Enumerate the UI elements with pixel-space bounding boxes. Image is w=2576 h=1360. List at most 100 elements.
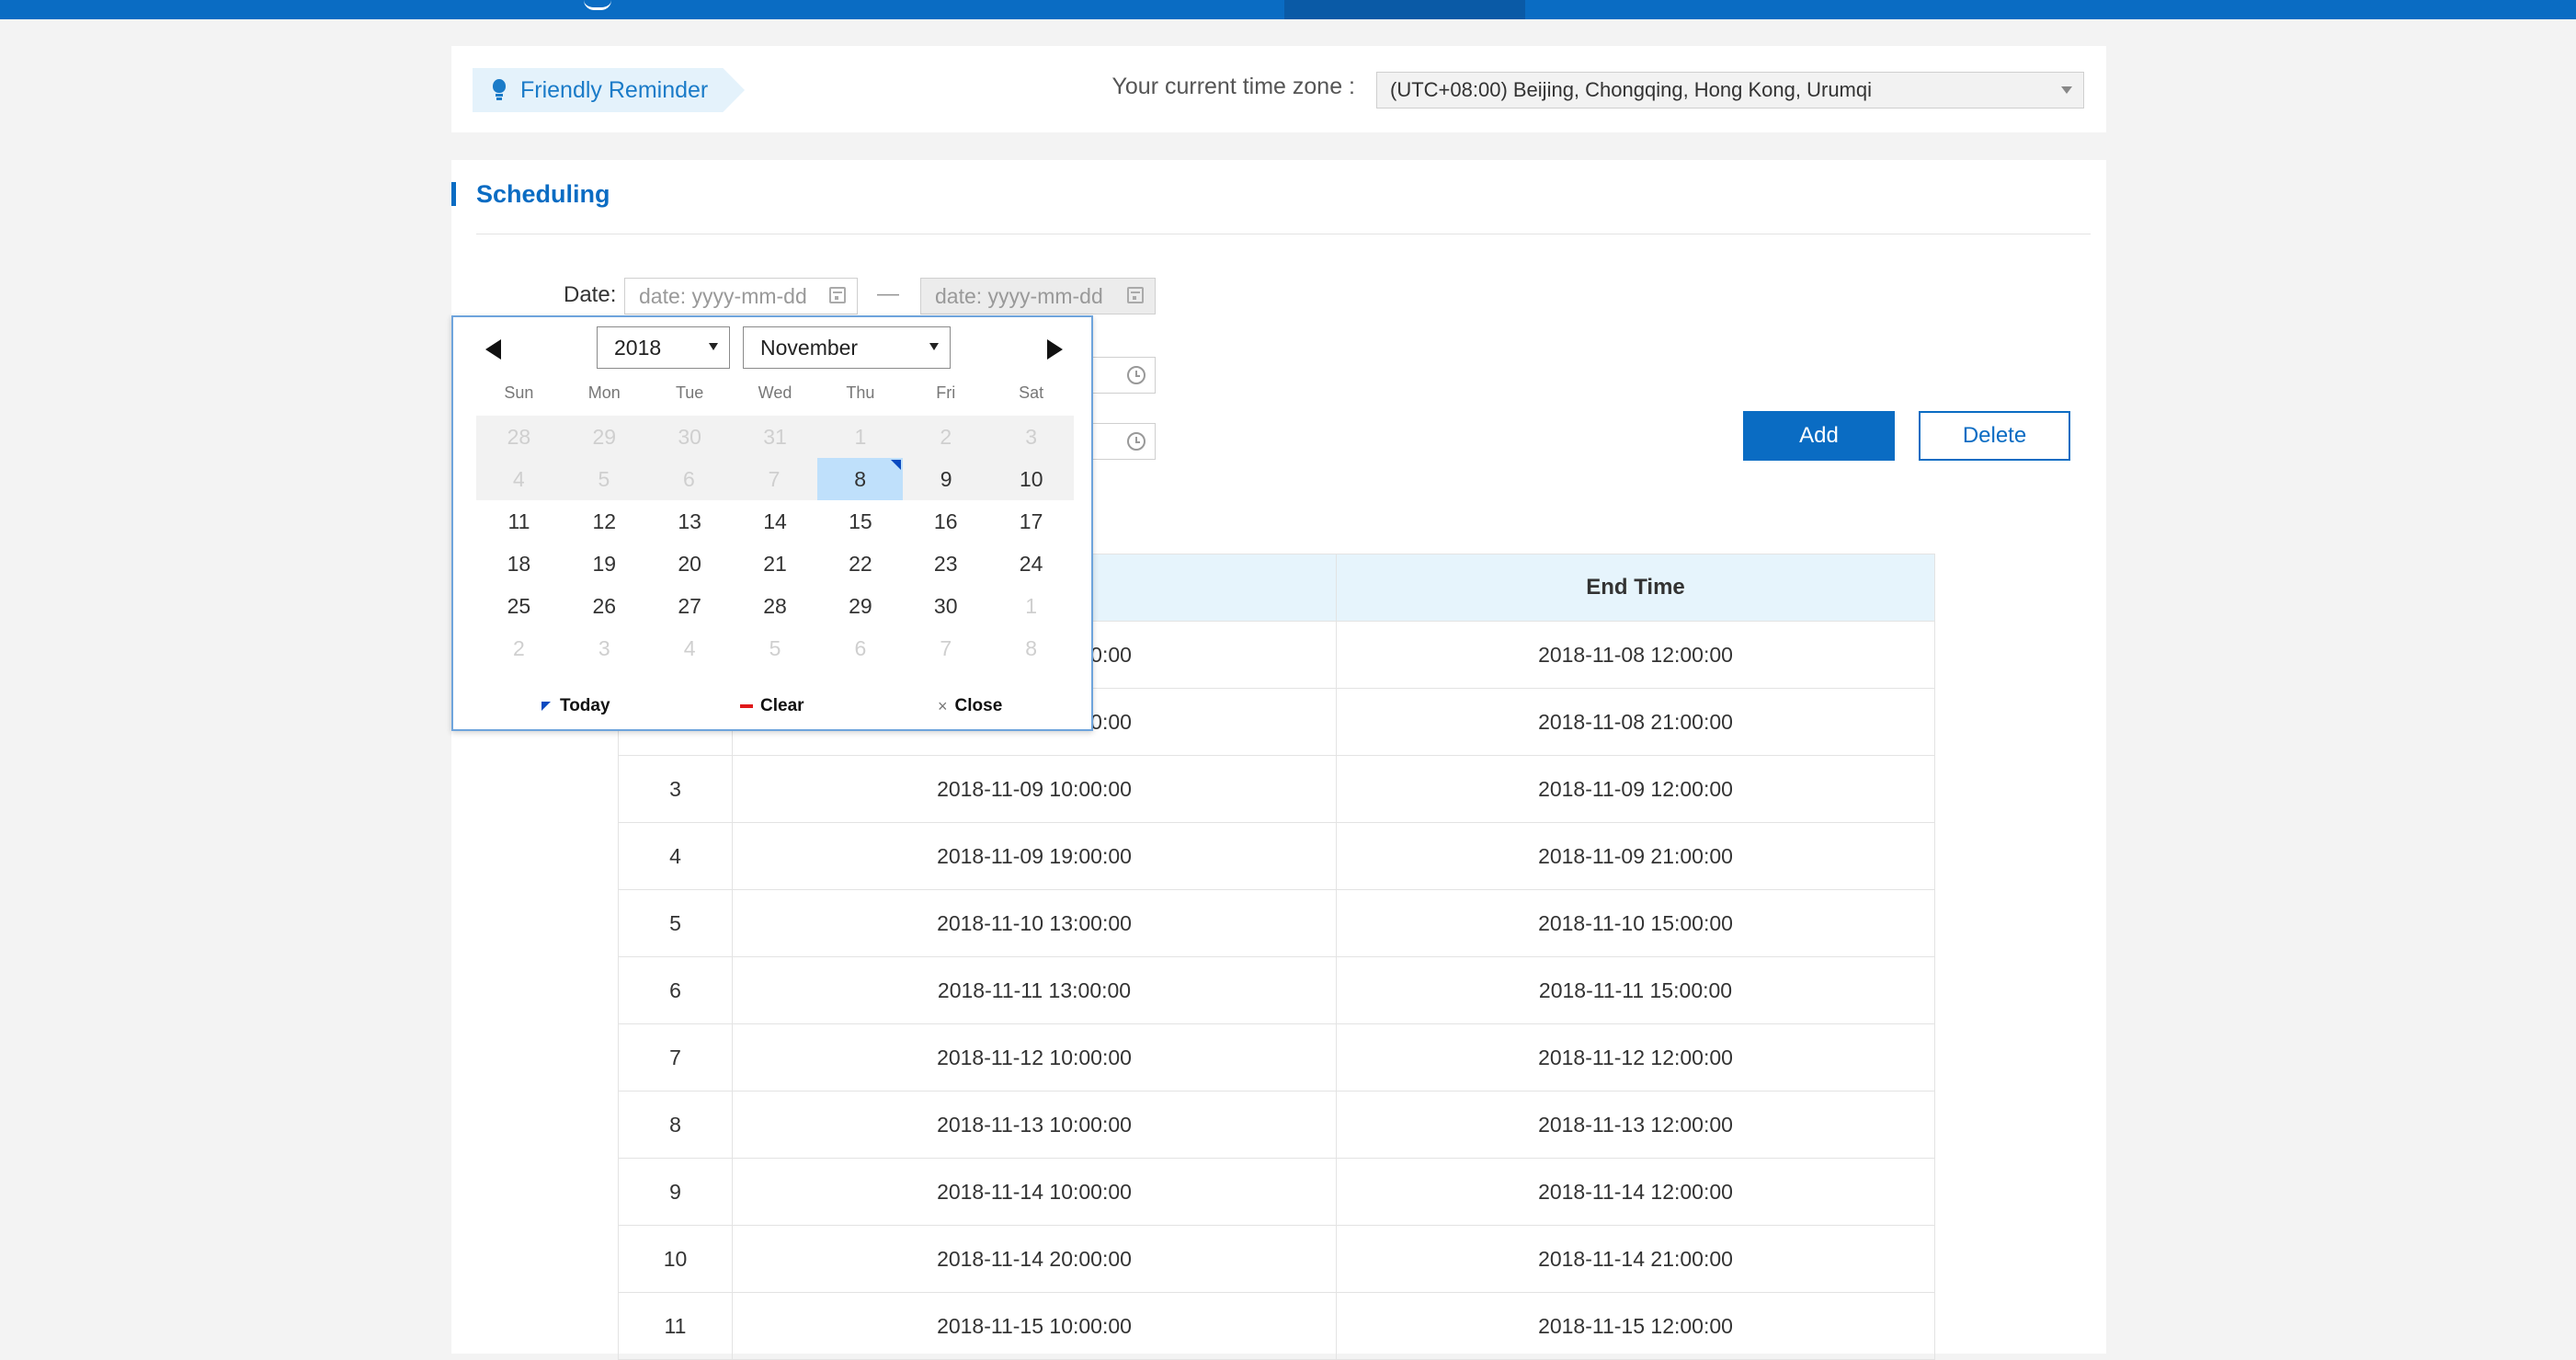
end-time-cell: 2018-11-09 12:00:00 bbox=[1336, 755, 1935, 823]
calendar-day[interactable]: 24 bbox=[988, 543, 1074, 585]
delete-button[interactable]: Delete bbox=[1919, 411, 2070, 461]
calendar-icon[interactable] bbox=[1127, 287, 1144, 303]
timezone-select[interactable]: (UTC+08:00) Beijing, Chongqing, Hong Kon… bbox=[1376, 72, 2084, 109]
calendar-week-row: 11 12 13 14 15 16 17 bbox=[476, 500, 1074, 543]
row-number-cell: 10 bbox=[618, 1225, 733, 1293]
column-header-end-time: End Time bbox=[1336, 554, 1935, 622]
row-number-cell: 4 bbox=[618, 822, 733, 890]
calendar-day[interactable]: 14 bbox=[733, 500, 818, 543]
end-time-cell: 2018-11-11 15:00:00 bbox=[1336, 956, 1935, 1024]
weekday-label: Tue bbox=[675, 383, 704, 402]
today-label: Today bbox=[560, 696, 610, 715]
weekday-label: Mon bbox=[587, 383, 621, 402]
calendar-day[interactable]: 27 bbox=[647, 585, 733, 627]
clock-icon[interactable] bbox=[1127, 432, 1146, 451]
date-label: Date: bbox=[564, 282, 617, 307]
clear-button[interactable]: Clear bbox=[740, 696, 804, 716]
month-select[interactable]: November bbox=[743, 326, 951, 369]
next-month-icon[interactable] bbox=[1047, 339, 1063, 360]
table-row[interactable]: 3 2018-11-09 10:00:00 2018-11-09 12:00:00 bbox=[618, 755, 1935, 823]
today-button[interactable]: Today bbox=[541, 696, 610, 716]
calendar-day: 5 bbox=[598, 466, 610, 491]
calendar-day: 30 bbox=[678, 424, 701, 449]
end-date-input[interactable]: date: yyyy-mm-dd bbox=[920, 278, 1156, 314]
reminder-panel: Friendly Reminder Your current time zone… bbox=[451, 46, 2106, 132]
start-time-cell: 2018-11-10 13:00:00 bbox=[732, 889, 1337, 957]
month-value: November bbox=[760, 335, 859, 360]
calendar-day[interactable]: 29 bbox=[817, 585, 903, 627]
previous-month-icon[interactable] bbox=[485, 339, 501, 360]
calendar-day[interactable]: 28 bbox=[733, 585, 818, 627]
calendar-week-row: 28 29 30 31 1 2 3 bbox=[476, 416, 1074, 458]
add-button[interactable]: Add bbox=[1743, 411, 1895, 461]
chevron-down-icon bbox=[2061, 86, 2072, 94]
calendar-day: 6 bbox=[854, 635, 867, 660]
end-time-cell: 2018-11-10 15:00:00 bbox=[1336, 889, 1935, 957]
calendar-day[interactable]: 12 bbox=[562, 500, 647, 543]
calendar-day[interactable]: 19 bbox=[562, 543, 647, 585]
end-time-cell: 2018-11-14 21:00:00 bbox=[1336, 1225, 1935, 1293]
calendar-icon[interactable] bbox=[829, 287, 846, 303]
calendar-day: 3 bbox=[1025, 424, 1037, 449]
calendar-week-row: 4 5 6 7 8 9 10 bbox=[476, 458, 1074, 500]
calendar-day[interactable]: 13 bbox=[647, 500, 733, 543]
table-row[interactable]: 9 2018-11-14 10:00:00 2018-11-14 12:00:00 bbox=[618, 1158, 1935, 1226]
calendar-day[interactable]: 16 bbox=[903, 500, 988, 543]
calendar-day: 2 bbox=[940, 424, 952, 449]
nav-tab-active[interactable] bbox=[1284, 0, 1525, 19]
calendar-day[interactable]: 9 bbox=[904, 458, 989, 500]
calendar-day[interactable]: 25 bbox=[476, 585, 562, 627]
table-row[interactable]: 5 2018-11-10 13:00:00 2018-11-10 15:00:00 bbox=[618, 889, 1935, 957]
calendar-day[interactable]: 17 bbox=[988, 500, 1074, 543]
table-row[interactable]: 4 2018-11-09 19:00:00 2018-11-09 21:00:00 bbox=[618, 822, 1935, 890]
calendar-day[interactable]: 15 bbox=[817, 500, 903, 543]
calendar-day: 4 bbox=[512, 466, 525, 491]
logo-mark bbox=[584, 0, 611, 10]
table-row[interactable]: 7 2018-11-12 10:00:00 2018-11-12 12:00:00 bbox=[618, 1023, 1935, 1091]
clock-icon[interactable] bbox=[1127, 366, 1146, 384]
calendar-day[interactable]: 30 bbox=[903, 585, 988, 627]
calendar-day[interactable]: 11 bbox=[476, 500, 562, 543]
start-time-cell: 2018-11-13 10:00:00 bbox=[732, 1091, 1337, 1159]
calendar-week-row: 18 19 20 21 22 23 24 bbox=[476, 543, 1074, 585]
calendar-day: 7 bbox=[940, 635, 952, 660]
calendar-day[interactable]: 22 bbox=[817, 543, 903, 585]
end-time-cell: 2018-11-08 21:00:00 bbox=[1336, 688, 1935, 756]
calendar-day: 6 bbox=[683, 466, 695, 491]
row-number-cell: 7 bbox=[618, 1023, 733, 1091]
calendar-day: 28 bbox=[507, 424, 531, 449]
date-picker-popup: 2018 November Sun Mon Tue Wed Thu Fri Sat 28 29… bbox=[451, 315, 1093, 731]
start-time-cell: 2018-11-12 10:00:00 bbox=[732, 1023, 1337, 1091]
table-row[interactable]: 11 2018-11-15 10:00:00 2018-11-15 12:00:00 bbox=[618, 1292, 1935, 1360]
calendar-day: 31 bbox=[763, 424, 787, 449]
calendar-day[interactable]: 20 bbox=[647, 543, 733, 585]
end-time-cell: 2018-11-15 12:00:00 bbox=[1336, 1292, 1935, 1360]
table-row[interactable]: 6 2018-11-11 13:00:00 2018-11-11 15:00:00 bbox=[618, 956, 1935, 1024]
end-time-cell: 2018-11-08 12:00:00 bbox=[1336, 621, 1935, 689]
timezone-value: (UTC+08:00) Beijing, Chongqing, Hong Kon… bbox=[1390, 78, 1873, 101]
table-row[interactable]: 10 2018-11-14 20:00:00 2018-11-14 21:00:00 bbox=[618, 1225, 1935, 1293]
section-accent-bar bbox=[451, 182, 456, 206]
calendar-week-row: 2 3 4 5 6 7 8 bbox=[476, 627, 1074, 669]
calendar-day[interactable]: 23 bbox=[903, 543, 988, 585]
start-time-cell: 2018-11-09 19:00:00 bbox=[732, 822, 1337, 890]
calendar-day[interactable]: 10 bbox=[988, 458, 1074, 500]
chevron-down-icon bbox=[709, 343, 718, 350]
start-time-cell: 2018-11-14 20:00:00 bbox=[732, 1225, 1337, 1293]
calendar-day[interactable]: 18 bbox=[476, 543, 562, 585]
table-row[interactable]: 8 2018-11-13 10:00:00 2018-11-13 12:00:00 bbox=[618, 1091, 1935, 1159]
date-range-separator: — bbox=[877, 281, 899, 306]
weekday-label: Fri bbox=[936, 383, 956, 402]
calendar-day[interactable]: 26 bbox=[562, 585, 647, 627]
calendar-day-selected[interactable]: 8 bbox=[817, 458, 903, 500]
row-number-cell: 6 bbox=[618, 956, 733, 1024]
chevron-down-icon bbox=[929, 343, 939, 350]
close-button[interactable]: × Close bbox=[938, 696, 1002, 716]
calendar-week-row: 25 26 27 28 29 30 1 bbox=[476, 585, 1074, 627]
start-date-input[interactable]: date: yyyy-mm-dd bbox=[624, 278, 858, 314]
day-grid: 28 29 30 31 1 2 3 4 5 6 7 8 9 10 11 12 13 14 15 16 17 18 19 20 2… bbox=[476, 416, 1074, 669]
weekday-label: Wed bbox=[758, 383, 792, 402]
year-select[interactable]: 2018 bbox=[597, 326, 730, 369]
calendar-day[interactable]: 21 bbox=[733, 543, 818, 585]
weekday-label: Thu bbox=[846, 383, 875, 402]
